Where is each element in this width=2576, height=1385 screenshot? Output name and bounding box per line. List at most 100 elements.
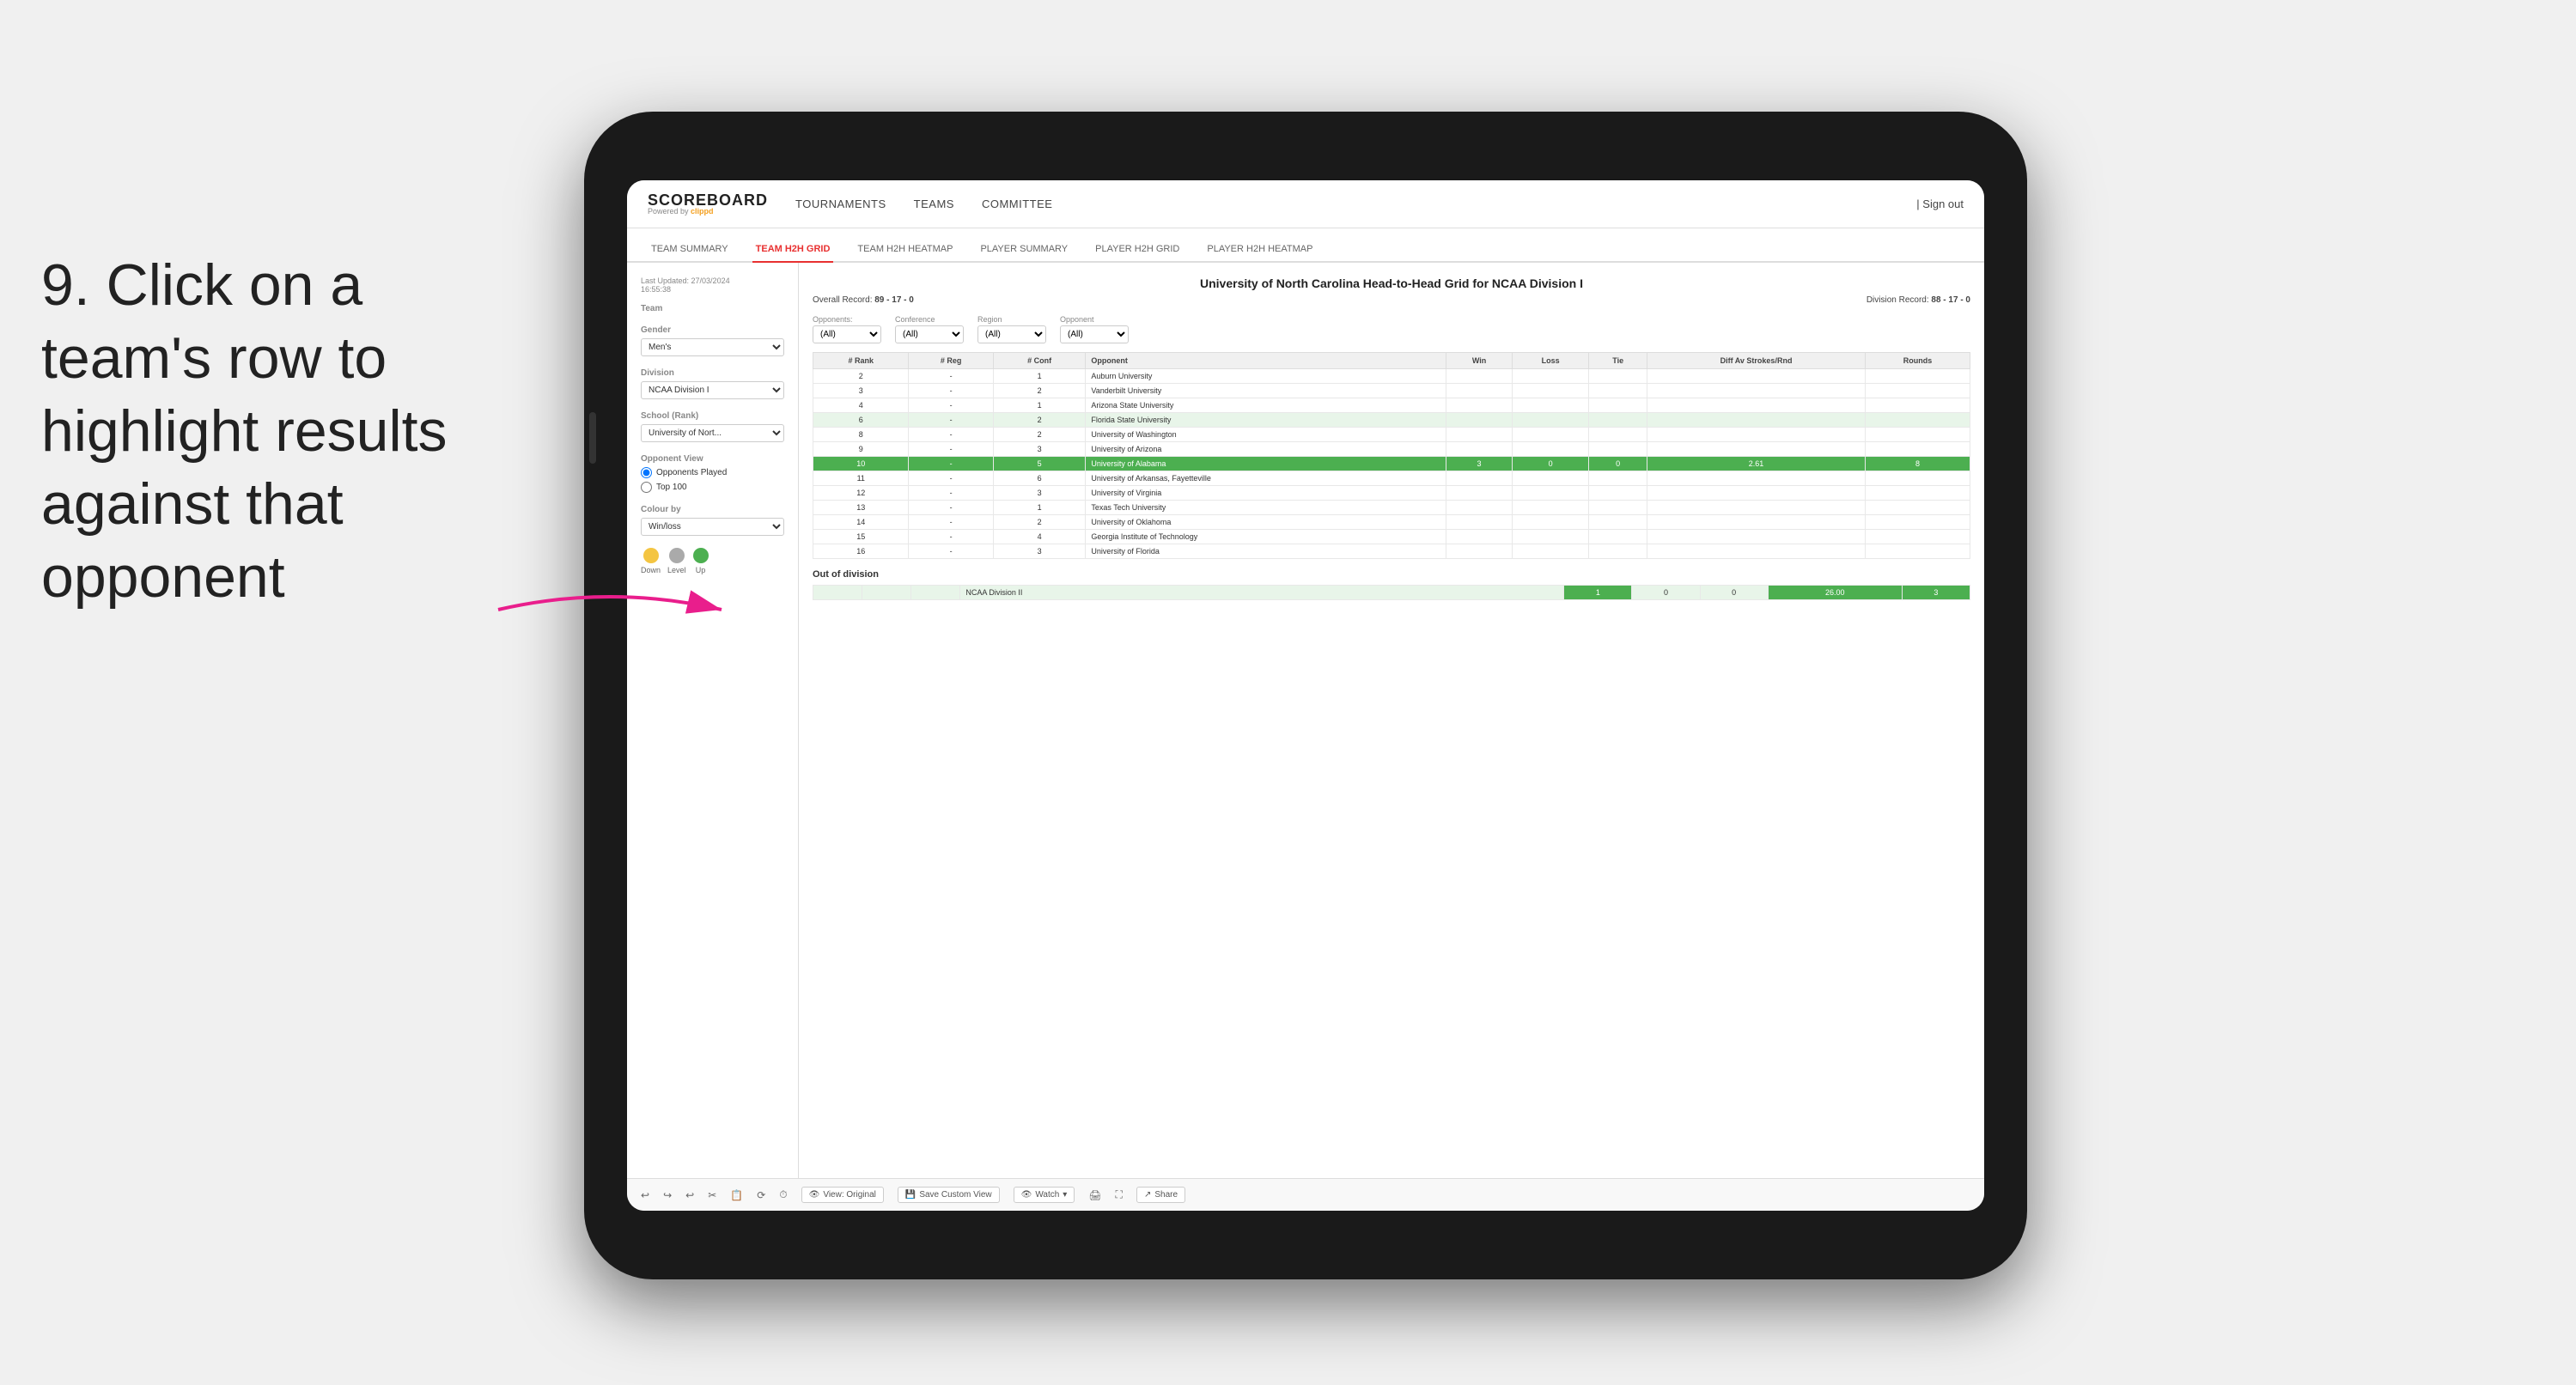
table-row[interactable]: 4-1Arizona State University — [813, 398, 1970, 413]
odd-win: 1 — [1564, 586, 1632, 600]
table-row[interactable]: 13-1Texas Tech University — [813, 501, 1970, 515]
team-section: Team — [641, 304, 784, 313]
cell-rank: 10 — [813, 457, 909, 471]
table-row[interactable]: 6-2Florida State University — [813, 413, 1970, 428]
tab-player-h2h-grid[interactable]: PLAYER H2H GRID — [1092, 237, 1183, 263]
undo-icon[interactable]: ↩ — [641, 1189, 649, 1201]
legend: Down Level Up — [641, 548, 784, 574]
region-select[interactable]: (All) — [977, 325, 1046, 343]
cell-diff — [1647, 384, 1866, 398]
odd-name: NCAA Division II — [960, 586, 1564, 600]
division-select[interactable]: NCAA Division I NCAA Division II — [641, 381, 784, 399]
cell-loss — [1513, 442, 1589, 457]
conference-select[interactable]: (All) — [895, 325, 964, 343]
paste-icon[interactable]: 📋 — [730, 1189, 743, 1201]
table-row[interactable]: 3-2Vanderbilt University — [813, 384, 1970, 398]
cell-win — [1446, 442, 1512, 457]
table-row[interactable]: 14-2University of Oklahoma — [813, 515, 1970, 530]
cell-rounds — [1866, 384, 1970, 398]
cell-loss — [1513, 413, 1589, 428]
out-of-division-header: Out of division — [813, 569, 1970, 580]
nav-tournaments[interactable]: TOURNAMENTS — [795, 194, 886, 214]
odd-tie: 0 — [1700, 586, 1768, 600]
cell-diff — [1647, 515, 1866, 530]
col-opponent: Opponent — [1086, 353, 1446, 369]
back-icon[interactable]: ↩ — [685, 1189, 694, 1201]
school-select[interactable]: University of Nort... — [641, 424, 784, 442]
cell-reg: - — [909, 471, 993, 486]
nav-teams[interactable]: TEAMS — [914, 194, 954, 214]
cell-conf: 2 — [993, 515, 1086, 530]
cell-loss — [1513, 398, 1589, 413]
watch-icon: 👁 — [1021, 1190, 1032, 1200]
school-label: School (Rank) — [641, 411, 784, 421]
cell-win — [1446, 515, 1512, 530]
grid-records: Overall Record: 89 - 17 - 0 Division Rec… — [813, 295, 1970, 305]
cell-loss — [1513, 486, 1589, 501]
out-of-division-table: NCAA Division II 1 0 0 26.00 3 — [813, 585, 1970, 600]
cell-tie: 0 — [1589, 457, 1647, 471]
tab-player-summary[interactable]: PLAYER SUMMARY — [977, 237, 1071, 263]
view-original-button[interactable]: 👁 View: Original — [801, 1187, 884, 1203]
cell-opponent: University of Washington — [1086, 428, 1446, 442]
h2h-table: # Rank # Reg # Conf Opponent Win Loss Ti… — [813, 352, 1970, 559]
cell-opponent: University of Florida — [1086, 544, 1446, 559]
cell-loss — [1513, 384, 1589, 398]
nav-committee[interactable]: COMMITTEE — [982, 194, 1053, 214]
share-button[interactable]: ↗ Share — [1136, 1187, 1185, 1203]
cell-opponent: Florida State University — [1086, 413, 1446, 428]
opponents-played-radio[interactable]: Opponents Played — [641, 467, 784, 478]
cut-icon[interactable]: ✂ — [708, 1189, 716, 1201]
save-custom-view-button[interactable]: 💾 Save Custom View — [898, 1187, 1000, 1203]
sign-out-link[interactable]: | Sign out — [1916, 197, 1964, 210]
table-row[interactable]: 10-5University of Alabama3002.618 — [813, 457, 1970, 471]
cell-tie — [1589, 471, 1647, 486]
cell-tie — [1589, 428, 1647, 442]
cell-tie — [1589, 544, 1647, 559]
refresh-icon[interactable]: ⟳ — [757, 1189, 765, 1201]
table-row[interactable]: 9-3University of Arizona — [813, 442, 1970, 457]
redo-icon[interactable]: ↪ — [663, 1189, 672, 1201]
cell-rank: 11 — [813, 471, 909, 486]
cell-loss — [1513, 369, 1589, 384]
clock-icon[interactable]: ⏱ — [779, 1188, 787, 1201]
gender-select[interactable]: Men's Women's — [641, 338, 784, 356]
cell-rank: 4 — [813, 398, 909, 413]
cell-loss — [1513, 544, 1589, 559]
table-row[interactable]: 2-1Auburn University — [813, 369, 1970, 384]
col-reg: # Reg — [909, 353, 993, 369]
cell-win — [1446, 398, 1512, 413]
region-filter: Region (All) — [977, 315, 1046, 343]
odd-rank — [813, 586, 862, 600]
division-label: Division — [641, 368, 784, 378]
cell-reg: - — [909, 530, 993, 544]
colour-by-section: Colour by Win/loss — [641, 505, 784, 536]
print-icon[interactable]: 🖨 — [1088, 1189, 1101, 1201]
opponents-select[interactable]: (All) — [813, 325, 881, 343]
fullscreen-icon[interactable]: ⛶ — [1116, 1188, 1123, 1201]
tab-team-h2h-grid[interactable]: TEAM H2H GRID — [752, 237, 834, 263]
instruction-number: 9. — [41, 252, 90, 318]
opponent-select[interactable]: (All) — [1060, 325, 1129, 343]
table-row[interactable]: 16-3University of Florida — [813, 544, 1970, 559]
tab-team-summary[interactable]: TEAM SUMMARY — [648, 237, 732, 263]
out-of-division-row[interactable]: NCAA Division II 1 0 0 26.00 3 — [813, 586, 1970, 600]
cell-diff — [1647, 544, 1866, 559]
cell-win: 3 — [1446, 457, 1512, 471]
colour-by-select[interactable]: Win/loss — [641, 518, 784, 536]
cell-loss — [1513, 515, 1589, 530]
cell-rounds: 8 — [1866, 457, 1970, 471]
tab-player-h2h-heatmap[interactable]: PLAYER H2H HEATMAP — [1203, 237, 1316, 263]
cell-conf: 2 — [993, 413, 1086, 428]
top100-radio[interactable]: Top 100 — [641, 482, 784, 493]
tab-team-h2h-heatmap[interactable]: TEAM H2H HEATMAP — [854, 237, 956, 263]
overall-record: Overall Record: 89 - 17 - 0 — [813, 295, 914, 305]
cell-reg: - — [909, 369, 993, 384]
table-row[interactable]: 11-6University of Arkansas, Fayetteville — [813, 471, 1970, 486]
table-row[interactable]: 15-4Georgia Institute of Technology — [813, 530, 1970, 544]
cell-win — [1446, 544, 1512, 559]
table-row[interactable]: 12-3University of Virginia — [813, 486, 1970, 501]
table-row[interactable]: 8-2University of Washington — [813, 428, 1970, 442]
watch-button[interactable]: 👁 Watch ▾ — [1014, 1187, 1075, 1203]
cell-rounds — [1866, 501, 1970, 515]
